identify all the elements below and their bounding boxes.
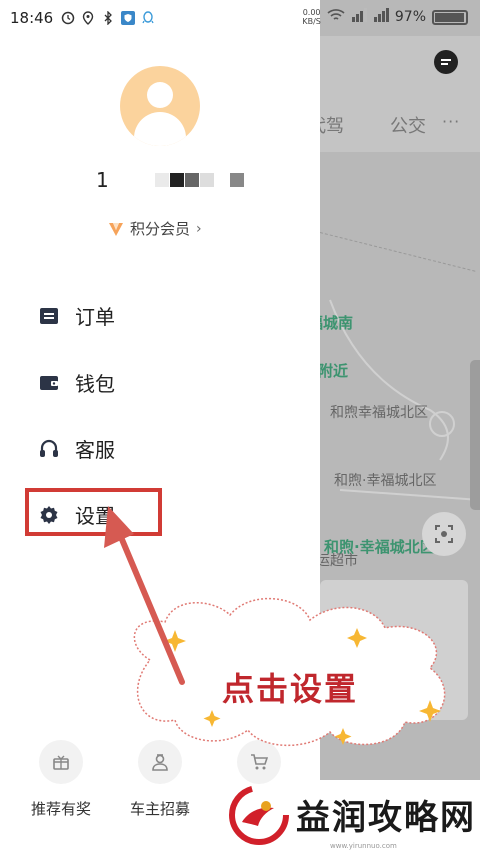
bottom-label: 推荐有奖	[30, 800, 91, 818]
alarm-icon	[61, 11, 75, 25]
settings-highlight-box	[25, 488, 162, 536]
menu-item-service[interactable]: 客服	[38, 434, 115, 463]
mask-block	[184, 173, 199, 187]
mask-block	[229, 173, 244, 187]
menu-label: 钱包	[75, 372, 115, 396]
callout-text: 点击设置	[222, 670, 359, 708]
qq-icon	[141, 11, 155, 25]
driver-recruit-button[interactable]: 车主招募	[115, 740, 205, 819]
avatar[interactable]	[120, 66, 200, 146]
status-right: 0.00 KB/S 97%	[302, 8, 468, 26]
poi-label: 福城南	[320, 314, 354, 332]
gift-icon	[39, 740, 83, 784]
map-view[interactable]: 代驾 公交 ··· 福城南 附近 和煦幸福城北区 和煦·幸福城北区 和煦·幸福城…	[320, 0, 480, 780]
driver-icon	[138, 740, 182, 784]
watermark-url: www.yirunnuo.com	[330, 842, 397, 850]
chevron-right-icon: ›	[196, 220, 202, 237]
phone-prefix: 1	[96, 168, 109, 192]
bluetooth-icon	[101, 11, 115, 25]
watermark-text: 益润攻略网	[296, 798, 476, 838]
tab-bus[interactable]: 公交	[390, 112, 426, 138]
member-v-icon	[108, 221, 124, 237]
headset-icon	[38, 438, 60, 460]
signal-icon-1	[351, 8, 367, 26]
status-bar: 18:46 0.00 KB/S 97%	[0, 0, 480, 36]
member-label: 积分会员	[130, 220, 191, 238]
menu-item-order[interactable]: 订单	[38, 301, 115, 330]
menu-label: 客服	[75, 438, 115, 462]
side-handle[interactable]	[470, 360, 480, 510]
net-speed-value: 0.00	[302, 8, 321, 17]
mask-block	[169, 173, 184, 187]
battery-fill	[435, 12, 465, 22]
poi-label: 和煦·幸福城北区	[334, 473, 437, 489]
locate-button[interactable]	[422, 512, 466, 556]
status-time: 18:46	[10, 9, 54, 27]
wifi-icon	[327, 8, 345, 26]
shield-icon	[121, 11, 136, 25]
menu-item-wallet[interactable]: 钱包	[38, 368, 115, 397]
mask-block	[154, 173, 169, 187]
poi-label: 和煦幸福城北区	[330, 405, 428, 421]
battery-icon	[432, 9, 468, 25]
watermark-logo-icon	[228, 784, 290, 846]
bottom-label: 车主招募	[129, 800, 190, 818]
locate-icon	[435, 525, 453, 543]
wallet-icon	[38, 372, 60, 394]
battery-percent: 97%	[394, 9, 426, 25]
message-icon[interactable]	[434, 50, 458, 74]
side-drawer: 1 积分会员 › 订单 钱包 客服 设置 推荐有奖 车主招募	[0, 0, 320, 818]
poi-label: 运超市	[320, 553, 358, 569]
poi-label: 附近	[320, 362, 349, 380]
net-speed-unit: KB/S	[302, 17, 321, 26]
location-icon	[81, 11, 95, 25]
member-points-link[interactable]: 积分会员 ›	[108, 218, 202, 239]
phone-number: 1	[96, 168, 245, 192]
recommend-reward-button[interactable]: 推荐有奖	[16, 740, 106, 819]
signal-icon-2	[373, 8, 389, 26]
more-tabs-icon[interactable]: ···	[442, 112, 460, 131]
order-icon	[38, 305, 60, 327]
menu-label: 订单	[75, 305, 115, 329]
mask-block	[199, 173, 214, 187]
tab-drive[interactable]: 代驾	[320, 112, 344, 138]
net-speed: 0.00 KB/S	[302, 8, 321, 26]
